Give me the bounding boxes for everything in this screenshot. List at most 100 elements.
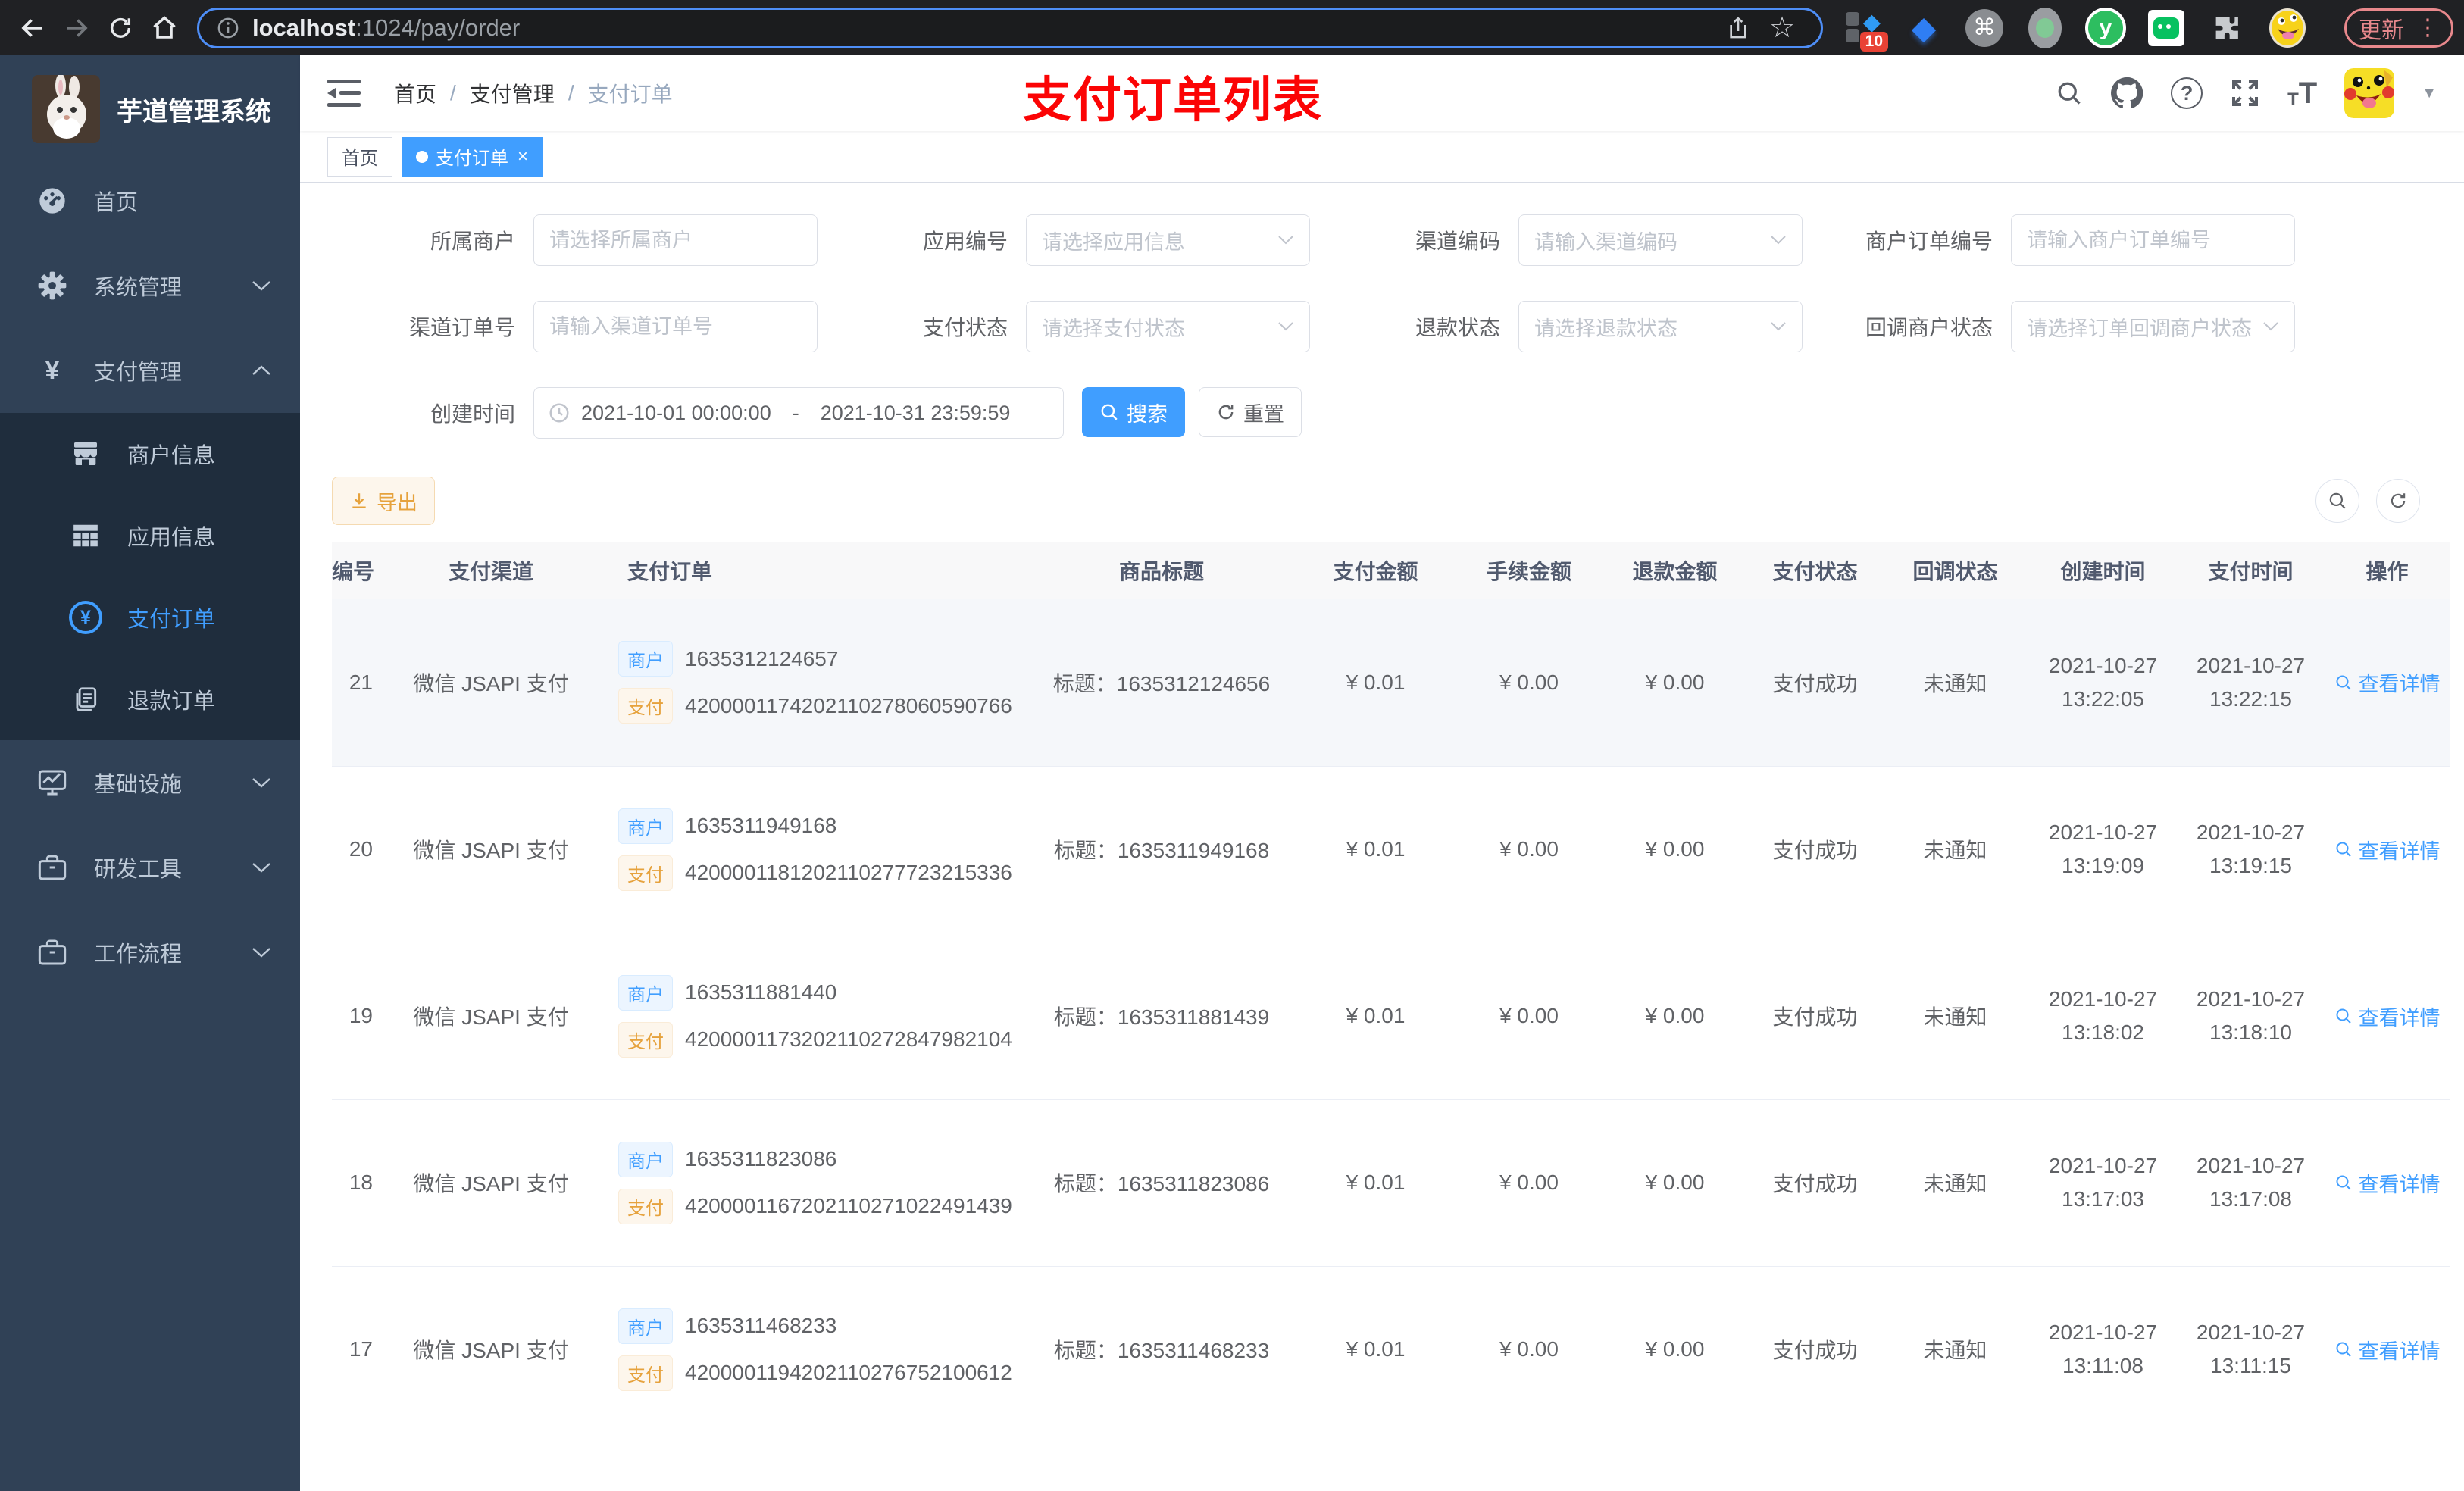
navbar-actions: ? TT ▼: [2056, 68, 2437, 118]
extension-y-logo-icon[interactable]: y: [2085, 6, 2126, 50]
share-icon[interactable]: [1716, 6, 1760, 50]
sidebar-item-refund-order[interactable]: 退款订单: [0, 658, 300, 740]
channel-code-select[interactable]: 请输入渠道编码: [1518, 214, 1803, 266]
hamburger-icon[interactable]: [327, 80, 361, 107]
table-row[interactable]: 17 微信 JSAPI 支付 商户 1635311468233 支付 4200001…: [332, 1266, 2450, 1433]
download-icon: [352, 493, 366, 508]
search-button[interactable]: 搜索: [1082, 387, 1185, 437]
url-bar[interactable]: localhost:1024/pay/order ☆: [197, 6, 1823, 50]
filter-merchant: 所属商户: [386, 214, 879, 266]
table-row[interactable]: 19 微信 JSAPI 支付 商户 1635311881440 支付 4200001…: [332, 933, 2450, 1100]
back-icon[interactable]: [11, 6, 55, 50]
search-icon: [2336, 842, 2351, 857]
extension-recorder-icon[interactable]: [2025, 6, 2065, 50]
active-dot: [416, 150, 428, 163]
caret-down-icon[interactable]: ▼: [2422, 85, 2437, 102]
shop-icon: [68, 439, 103, 469]
table-row-partial[interactable]: 商户1635311351726: [332, 1433, 2450, 1491]
sidebar-item-home[interactable]: 首页: [0, 158, 300, 243]
refund-status-select[interactable]: 请选择退款状态: [1518, 301, 1803, 352]
extension-gem-icon[interactable]: ◆: [1903, 6, 1944, 50]
search-icon: [2336, 1175, 2351, 1190]
filter-channel-order-no: 渠道订单号: [386, 301, 879, 352]
home-icon[interactable]: [142, 6, 186, 50]
merchant-tag: 商户: [618, 1141, 673, 1177]
fullscreen-icon[interactable]: [2230, 78, 2260, 108]
font-size-icon[interactable]: TT: [2287, 77, 2317, 111]
merchant-tag: 商户: [618, 974, 673, 1011]
tag-home[interactable]: 首页: [327, 136, 392, 177]
sidebar-item-infrastructure[interactable]: 基础设施: [0, 740, 300, 825]
sidebar-item-pay-management[interactable]: ¥ 支付管理: [0, 328, 300, 413]
refresh-table-button[interactable]: [2376, 479, 2420, 523]
app-id-select[interactable]: 请选择应用信息: [1026, 214, 1310, 266]
toggle-search-button[interactable]: [2315, 479, 2359, 523]
update-button[interactable]: 更新 ⋮: [2344, 8, 2453, 48]
app-logo: 芋道管理系统: [0, 55, 300, 158]
view-detail-link[interactable]: 查看详情: [2334, 1002, 2441, 1031]
extension-emoji-icon[interactable]: [2267, 6, 2308, 50]
logo-rabbit-image: [32, 75, 100, 143]
pay-tag: 支付: [618, 855, 673, 891]
briefcase-icon: [35, 937, 70, 967]
tag-pay-order[interactable]: 支付订单 ×: [402, 136, 543, 177]
extension-tampermonkey-icon[interactable]: ◆ 10: [1843, 6, 1888, 52]
grid-icon: [68, 521, 103, 550]
table-row[interactable]: 21 微信 JSAPI 支付 商户 1635312124657 支付 4200001…: [332, 599, 2450, 767]
reload-icon[interactable]: [98, 6, 142, 50]
sidebar: 芋道管理系统 首页 系统管理 ¥ 支付管理 商户信息 应用信息 ¥ 支付订单 退…: [0, 55, 300, 1491]
date-range-picker[interactable]: 2021-10-01 00:00:00 - 2021-10-31 23:59:5…: [533, 387, 1064, 439]
table-toolbar: 导出: [318, 477, 2446, 525]
avatar[interactable]: [2344, 68, 2395, 118]
breadcrumb-home[interactable]: 首页: [394, 78, 436, 108]
search-icon: [1101, 404, 1118, 420]
merchant-order-no-input[interactable]: [2027, 228, 2279, 252]
view-detail-link[interactable]: 查看详情: [2334, 667, 2441, 697]
search-icon[interactable]: [2056, 80, 2083, 107]
close-icon[interactable]: ×: [518, 146, 528, 167]
pay-submenu: 商户信息 应用信息 ¥ 支付订单 退款订单: [0, 413, 300, 740]
view-detail-link[interactable]: 查看详情: [2334, 1168, 2441, 1198]
github-icon[interactable]: [2110, 77, 2143, 110]
pay-tag: 支付: [618, 1188, 673, 1224]
url-text: localhost:1024/pay/order: [252, 14, 1716, 42]
merchant-input[interactable]: [549, 228, 802, 252]
extensions-puzzle-icon[interactable]: [2206, 6, 2247, 50]
tags-view: 首页 支付订单 ×: [300, 131, 2464, 183]
sidebar-item-app-info[interactable]: 应用信息: [0, 495, 300, 577]
chevron-down-icon: [1771, 322, 1786, 331]
pay-status-select[interactable]: 请选择支付状态: [1026, 301, 1310, 352]
page-title-annotation: 支付订单列表: [1023, 73, 1323, 127]
notify-status-select[interactable]: 请选择订单回调商户状态: [2011, 301, 2295, 352]
reset-button[interactable]: 重置: [1199, 387, 1302, 437]
extension-command-icon[interactable]: ⌘: [1964, 6, 2005, 50]
sidebar-item-system[interactable]: 系统管理: [0, 243, 300, 328]
view-detail-link[interactable]: 查看详情: [2334, 835, 2441, 864]
view-detail-link[interactable]: 查看详情: [2334, 1335, 2441, 1364]
chevron-down-icon: [252, 861, 271, 874]
clock-icon: [549, 403, 569, 423]
export-button[interactable]: 导出: [332, 477, 435, 525]
bookmark-star-icon[interactable]: ☆: [1760, 6, 1804, 50]
table-row[interactable]: 20 微信 JSAPI 支付 商户 1635311949168 支付 4200001…: [332, 766, 2450, 933]
yen-circle-icon: ¥: [68, 601, 103, 634]
browser-toolbar: localhost:1024/pay/order ☆ ◆ 10 ◆ ⌘ y 更新…: [0, 0, 2464, 55]
more-vertical-icon[interactable]: ⋮: [2416, 14, 2439, 41]
info-icon[interactable]: [216, 16, 240, 40]
channel-order-no-input[interactable]: [549, 314, 802, 339]
sidebar-item-dev-tools[interactable]: 研发工具: [0, 825, 300, 910]
breadcrumb-pay-management[interactable]: 支付管理: [470, 78, 555, 108]
document-icon: [68, 685, 103, 714]
forward-icon[interactable]: [55, 6, 98, 50]
sidebar-item-pay-order[interactable]: ¥ 支付订单: [0, 577, 300, 658]
table-row[interactable]: 18 微信 JSAPI 支付 商户 1635311823086 支付 4200001…: [332, 1099, 2450, 1267]
pay-tag: 支付: [618, 1355, 673, 1391]
breadcrumb-pay-order: 支付订单: [587, 83, 673, 106]
search-icon: [2336, 1342, 2351, 1357]
help-icon[interactable]: ?: [2171, 77, 2203, 109]
filter-merchant-order-no: 商户订单编号: [1864, 214, 2356, 266]
extension-wechat-icon[interactable]: [2146, 6, 2187, 50]
sidebar-item-merchant-info[interactable]: 商户信息: [0, 413, 300, 495]
sidebar-item-workflow[interactable]: 工作流程: [0, 910, 300, 995]
merchant-tag: 商户: [618, 641, 673, 677]
